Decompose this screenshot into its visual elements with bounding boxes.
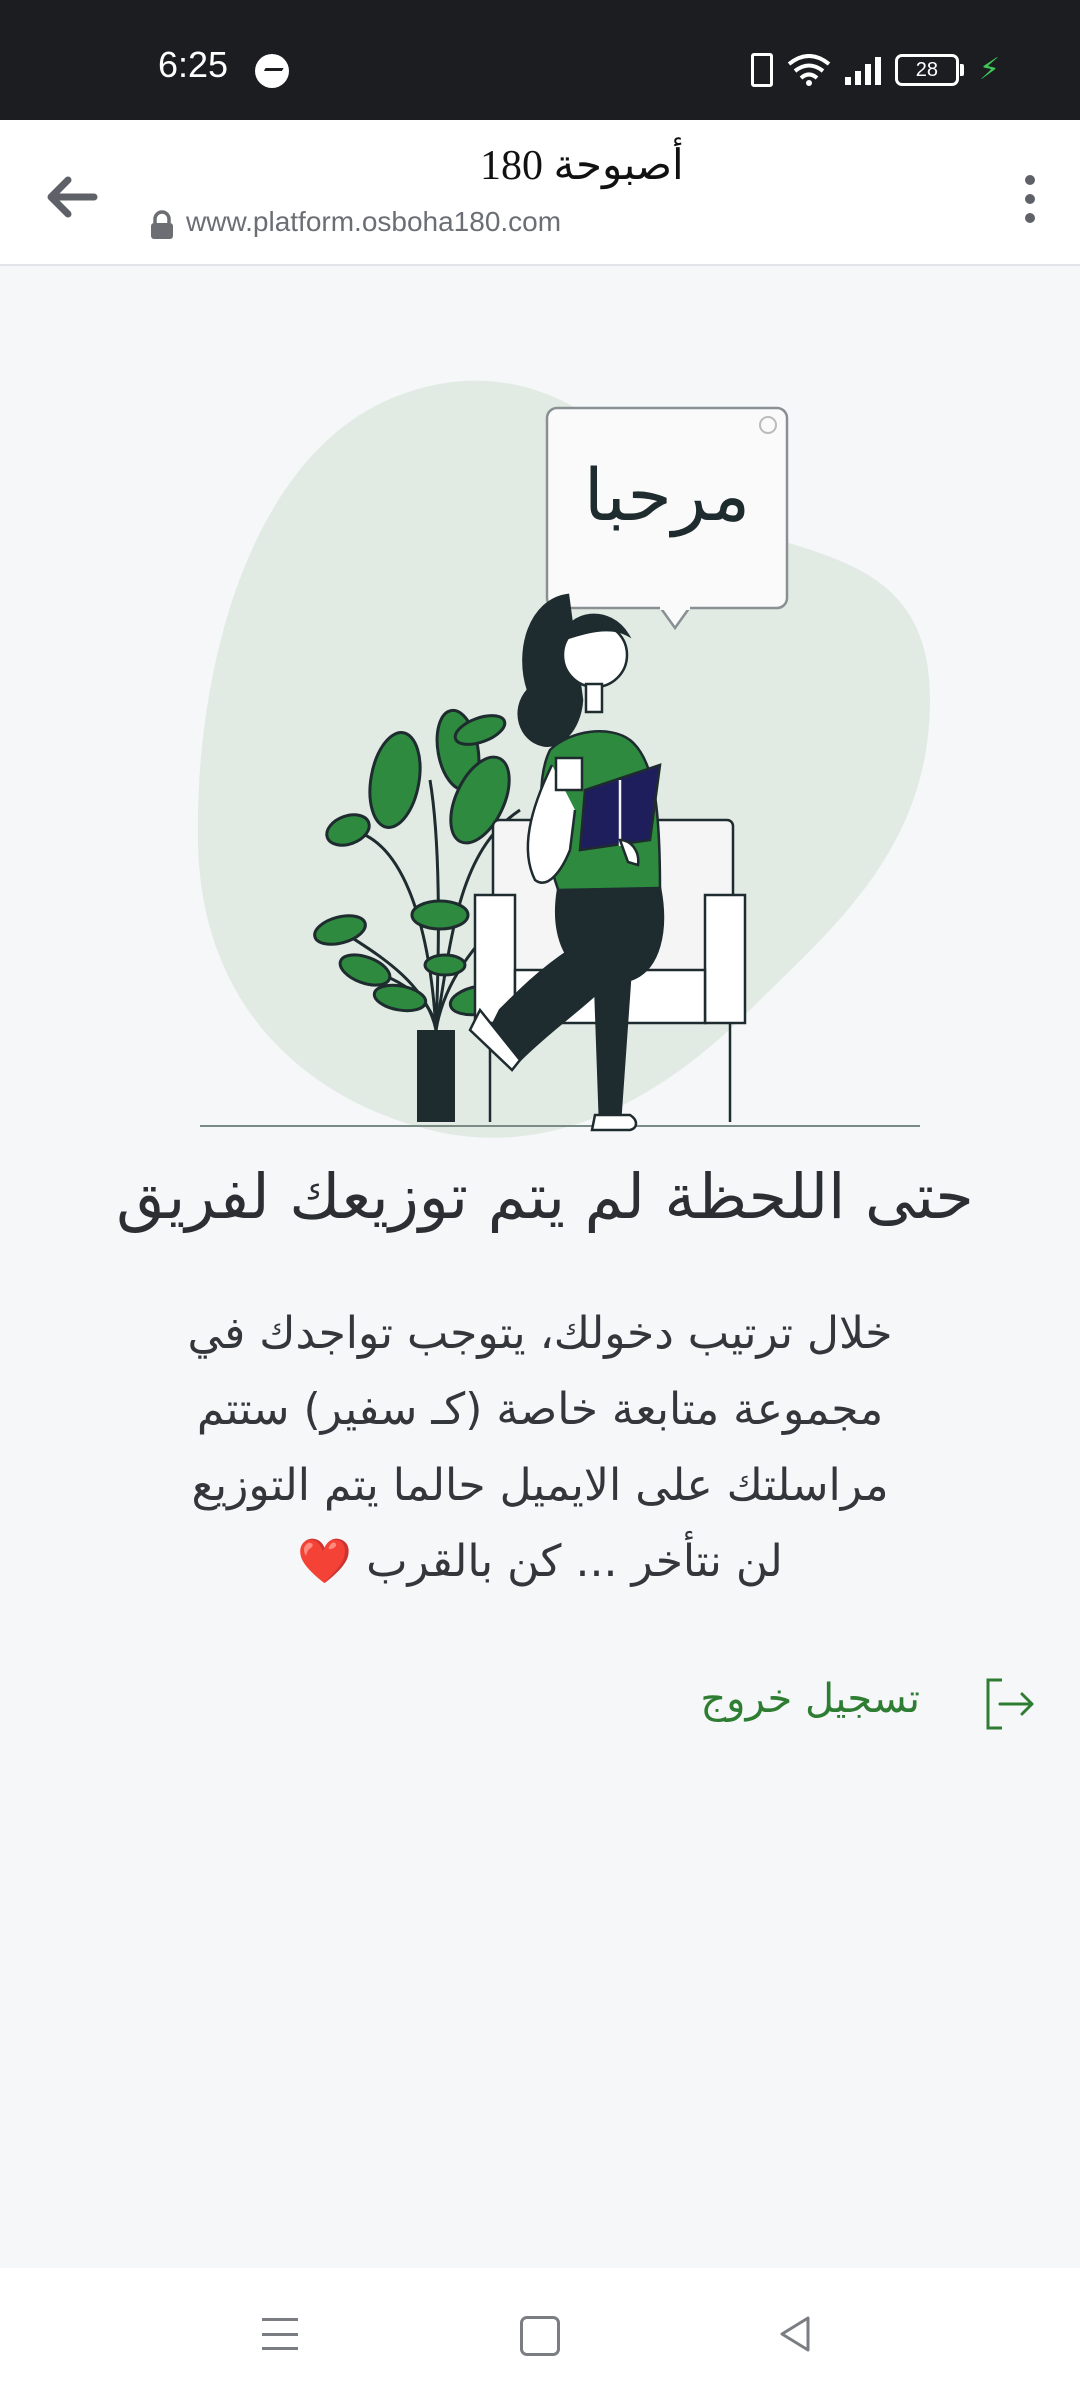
welcome-illustration: مرحبا [197,380,930,1138]
messenger-icon [255,54,289,88]
logout-icon[interactable] [980,1674,1040,1734]
logout-label[interactable]: تسجيل خروج [680,1676,920,1722]
heart-icon: ❤️ [297,1536,353,1587]
back-arrow-icon[interactable] [36,162,106,232]
bubble-text: مرحبا [584,453,750,538]
info-line-1: خلال ترتيب دخولك، يتوجب تواجدك في [187,1308,893,1359]
lock-icon [151,210,173,239]
page-title: أصبوحة 180 [480,143,684,189]
status-time: 6:25 [158,44,229,85]
more-vert-icon[interactable] [1000,164,1060,234]
info-line-4-text: لن نتأخر ... كن بالقرب [366,1536,783,1587]
battery-icon: 28 [894,53,964,86]
vibrate-icon [750,52,773,87]
url-text[interactable]: www.platform.osboha180.com [186,206,561,238]
info-line-3: مراسلتك على الايميل حالما يتم التوزيع [191,1460,889,1511]
charging-icon: ⚡ [978,52,1000,87]
signal-icon [844,55,881,85]
wifi-icon [787,53,831,86]
home-icon[interactable] [520,2316,560,2356]
info-line-4: لن نتأخر ... كن بالقرب ❤️ [140,1524,940,1600]
logout-button[interactable]: تسجيل خروج [680,1670,1040,1740]
browser-toolbar: أصبوحة 180 www.platform.osboha180.com [0,120,1080,266]
system-nav-bar [0,2268,1080,2400]
page-heading: حتى اللحظة لم يتم توزيعك لفريق [116,1160,974,1233]
status-icons: 28 ⚡ [750,52,1000,87]
nav-back-icon[interactable] [776,2314,816,2354]
info-message: خلال ترتيب دخولك، يتوجب تواجدك في مجموعة… [140,1296,940,1600]
recents-menu-icon[interactable] [262,2318,298,2350]
status-bar: 6:25 28 ⚡ [0,0,1080,120]
info-line-2: مجموعة متابعة خاصة (كـ سفير) ستتم [196,1384,884,1435]
